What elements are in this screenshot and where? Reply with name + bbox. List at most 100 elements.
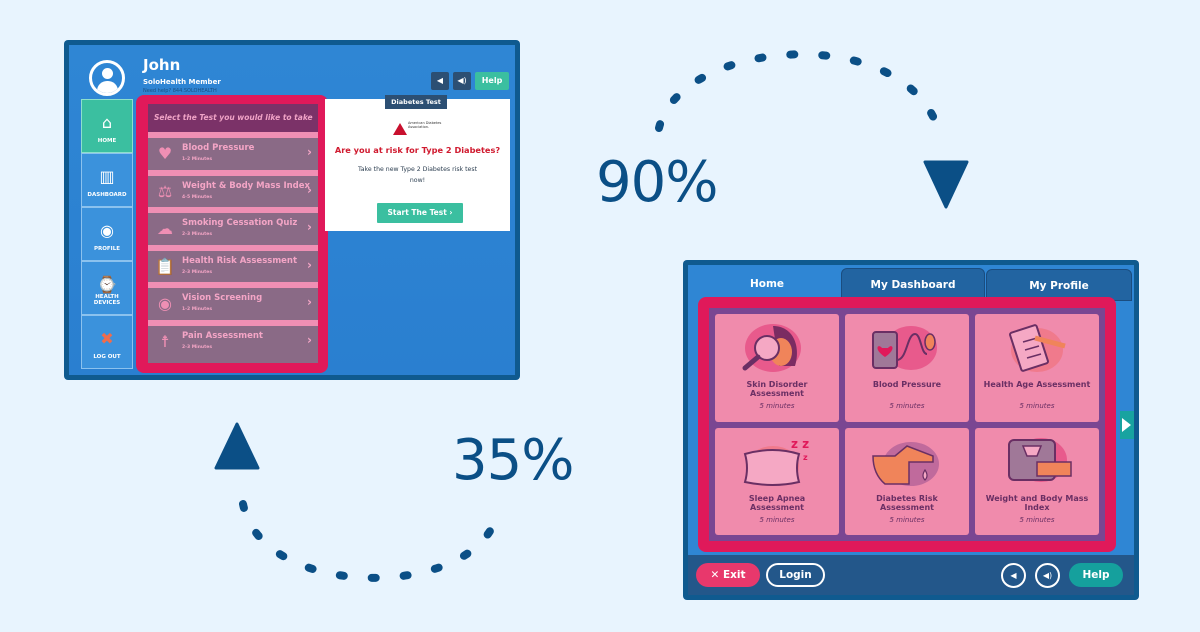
assessment-grid-highlight: Skin Disorder Assessment 5 minutes Blood… [698,297,1116,552]
clipboard-pencil-icon [1009,324,1066,372]
tab-home[interactable]: Home [694,268,840,300]
pipe-icon: ☁ [157,219,173,238]
test-item-blood-pressure[interactable]: ♥ Blood Pressure 1-2 Minutes › [148,132,318,170]
footer-bar: ✕ Exit Login ◀ ◀) Help [688,555,1134,595]
exit-button[interactable]: ✕ Exit [696,563,760,587]
card-skin-disorder[interactable]: Skin Disorder Assessment 5 minutes [715,314,839,422]
start-test-button[interactable]: Start The Test › [377,203,463,223]
test-item-pain-assessment[interactable]: ☨ Pain Assessment 2-3 Minutes › [148,319,318,357]
pillow-zzz-icon: z z z [743,437,809,486]
new-ui-screen: Home My Dashboard My Profile Skin Disord… [688,265,1134,595]
sidebar-item-dashboard[interactable]: ▥ DASHBOARD [81,153,133,207]
card-weight-bmi[interactable]: Weight and Body Mass Index 5 minutes [975,427,1099,535]
volume-high-button[interactable]: ◀) [453,72,471,90]
blood-pressure-cuff-icon [872,326,937,370]
help-button[interactable]: Help [1069,563,1123,587]
scale-tape-icon [1008,437,1072,482]
test-name: Pain Assessment [182,330,263,341]
svg-text:z z: z z [791,437,809,451]
new-ui-screenshot: Home My Dashboard My Profile Skin Disord… [683,260,1139,600]
magnifier-face-icon [742,324,801,372]
card-sleep-apnea[interactable]: z z z Sleep Apnea Assessment 5 minutes [715,427,839,535]
card-diabetes-risk[interactable]: Diabetes Risk Assessment 5 minutes [845,427,969,535]
member-label: SoloHealth Member [143,78,221,86]
watch-icon: ⌚ [97,275,117,294]
volume-low-icon: ◀ [1010,571,1017,580]
old-ui-screenshot: John SoloHealth Member Need help? 844.SO… [64,40,520,380]
backward-dotted-arc [239,500,500,582]
sidebar-item-health-devices[interactable]: ⌚ HEALTH DEVICES [81,261,133,315]
test-list-title: Select the Test you would like to take [148,104,318,137]
promo-subtext: Take the new Type 2 Diabetes risk test n… [358,166,477,184]
backward-percentage: 35% [452,428,574,493]
forward-arrow-head-icon [923,160,969,209]
eye-icon: ◉ [158,294,172,313]
card-duration: 5 minutes [889,515,925,524]
card-duration: 5 minutes [759,402,795,410]
sidebar-item-log-out[interactable]: ✖ LOG OUT [81,315,133,369]
volume-low-button[interactable]: ◀ [431,72,449,90]
test-name: Smoking Cessation Quiz [182,218,298,228]
card-title: Blood Pressure [872,380,942,389]
test-item-health-risk[interactable]: 📋 Health Risk Assessment 2-3 Minutes › [148,244,318,282]
card-title: Diabetes Risk Assessment [876,493,938,512]
card-duration: 5 minutes [1019,402,1055,410]
profile-icon: ◉ [100,221,114,240]
card-health-age[interactable]: Health Age Assessment 5 minutes [975,314,1099,422]
diabetes-promo-card: Diabetes Test American Diabetes Associat… [325,95,510,231]
old-ui-screen: John SoloHealth Member Need help? 844.SO… [69,45,515,375]
sidebar-item-profile[interactable]: ◉ PROFILE [81,207,133,261]
login-button[interactable]: Login [766,563,825,587]
sidebar: ⌂ HOME ▥ DASHBOARD ◉ PROFILE ⌚ HEALTH DE… [81,99,133,369]
user-name: John [143,56,181,74]
chevron-right-icon: › [307,295,312,309]
test-list: Select the Test you would like to take ♥… [148,104,318,363]
volume-high-icon: ◀) [1042,571,1053,580]
ada-triangle-icon [393,123,407,135]
next-page-arrow-button[interactable] [1120,411,1134,439]
card-duration: 5 minutes [1019,515,1055,524]
assessment-grid: Skin Disorder Assessment 5 minutes Blood… [709,308,1105,541]
test-selection-highlight: Select the Test you would like to take ♥… [136,95,328,373]
sidebar-item-label: DASHBOARD [87,192,127,198]
chevron-right-icon: › [307,182,312,197]
test-item-vision-screening[interactable]: ◉ Vision Screening 1-2 Minutes › [148,282,318,320]
help-button[interactable]: Help [475,72,509,90]
forward-percentage: 90% [596,150,718,215]
volume-low-icon: ◀ [436,76,444,85]
test-duration: 1-2 Minutes [182,307,213,312]
heart-pulse-icon: ♥ [157,144,173,163]
card-title: Health Age Assessment [983,380,1091,389]
ada-logo: American Diabetes Association. [393,121,443,137]
test-name: Vision Screening [182,293,263,303]
sidebar-item-label: PROFILE [93,246,120,252]
test-duration: 2-3 Minutes [182,269,213,275]
bar-chart-icon: ▥ [99,167,115,186]
card-blood-pressure[interactable]: Blood Pressure 5 minutes [845,314,969,422]
clipboard-icon: 📋 [155,256,175,276]
test-item-weight-bmi[interactable]: ⚖ Weight & Body Mass Index 4-5 Minutes › [148,169,318,207]
volume-low-button[interactable]: ◀ [1001,563,1026,588]
test-item-smoking-cessation[interactable]: ☁ Smoking Cessation Quiz 2-3 Minutes › [148,207,318,245]
sidebar-item-label: LOG OUT [93,354,121,360]
test-name: Health Risk Assessment [182,255,298,266]
test-duration: 1-2 Minutes [182,157,213,162]
card-title: Weight and Body Mass Index [985,493,1089,512]
test-duration: 4-5 Minutes [182,194,213,200]
test-name: Weight & Body Mass Index [182,180,311,191]
chevron-right-icon: › [307,257,312,272]
test-name: Blood Pressure [182,143,255,153]
svg-text:z: z [803,453,808,462]
backward-arrow-head-icon [214,422,260,470]
body-icon: ☨ [160,331,170,351]
sidebar-item-home[interactable]: ⌂ HOME [81,99,133,153]
card-duration: 5 minutes [889,402,925,410]
chevron-right-icon: › [307,332,312,347]
card-title: Skin Disorder Assessment [746,380,808,398]
help-line: Need help? 844.SOLOHEALTH [143,88,217,94]
promo-tab-label: Diabetes Test [385,95,447,109]
volume-high-button[interactable]: ◀) [1035,563,1060,588]
card-title: Sleep Apnea Assessment [748,493,806,512]
tab-my-dashboard[interactable]: My Dashboard [841,268,985,300]
forward-dotted-arc [655,50,942,132]
